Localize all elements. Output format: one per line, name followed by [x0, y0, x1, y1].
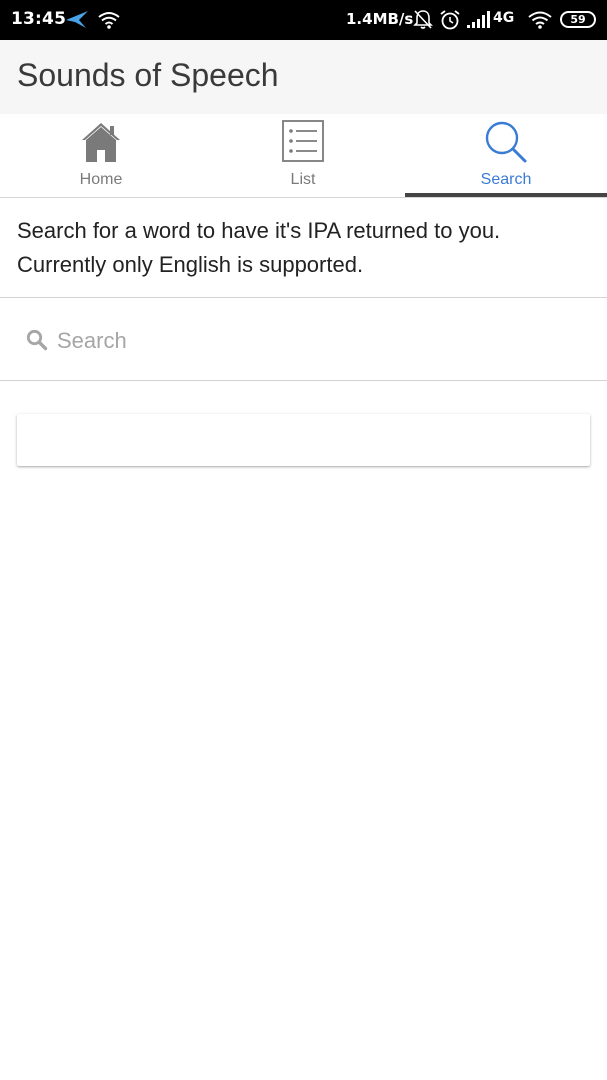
tab-search-label: Search — [480, 171, 532, 188]
wifi-icon — [528, 11, 552, 29]
home-icon — [82, 123, 120, 162]
app-title: Sounds of Speech — [17, 57, 279, 93]
battery-level: 59 — [570, 13, 586, 26]
status-net-speed: 1.4MB/s — [346, 10, 414, 28]
tab-list-label: List — [290, 171, 316, 188]
tab-home[interactable]: Home — [0, 114, 202, 197]
search-icon — [26, 329, 48, 351]
tab-home-label: Home — [79, 171, 123, 188]
bell-muted-icon — [413, 10, 433, 29]
battery-icon: 59 — [560, 11, 596, 28]
tab-search[interactable]: Search — [405, 114, 607, 197]
search-results-card — [17, 414, 590, 466]
bird-icon — [66, 11, 88, 28]
search-input[interactable] — [57, 321, 577, 361]
list-icon — [282, 120, 324, 162]
tab-bar: Home List Search — [0, 114, 607, 198]
tab-list[interactable]: List — [202, 114, 404, 197]
signal-icon — [467, 11, 490, 28]
active-tab-indicator — [405, 193, 607, 197]
status-network-type: 4G — [493, 10, 515, 26]
search-bar — [0, 299, 607, 380]
wifi-icon — [98, 12, 120, 29]
alarm-icon — [440, 10, 460, 30]
status-bar: 13:45 1.4MB/s 4G 59 — [0, 0, 607, 40]
app-bar: Sounds of Speech — [0, 40, 607, 114]
search-description: Search for a word to have it's IPA retur… — [17, 218, 501, 277]
search-icon — [485, 121, 527, 163]
divider — [0, 297, 607, 298]
status-time: 13:45 — [11, 9, 67, 29]
divider — [0, 380, 607, 381]
